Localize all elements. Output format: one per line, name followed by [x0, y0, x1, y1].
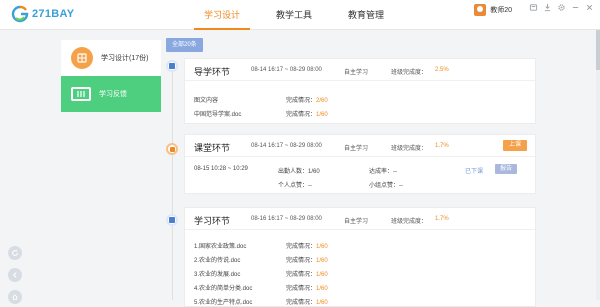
list-item[interactable]: 2.农业的传说.doc — [194, 255, 240, 264]
class-completion-label: 班级完成度： — [391, 146, 428, 152]
personal-likes-value: -- — [308, 183, 313, 189]
grid-icon — [71, 47, 93, 69]
group-likes-label: 小组点赞： — [369, 183, 400, 189]
sidebar-item-learning-feedback[interactable]: 学习反馈 — [61, 76, 161, 112]
report-button[interactable]: 报告 — [495, 164, 517, 174]
card-title: 学习环节 — [194, 216, 231, 226]
list-item[interactable]: 3.农业的发展.doc — [194, 269, 240, 278]
status-label: 完成情况： — [286, 258, 317, 264]
status-value: 1/60 — [316, 112, 328, 118]
reach-rate-value: -- — [393, 169, 398, 175]
top-bar: 271BAY 学习设计 教学工具 教育管理 教师20 — [0, 0, 600, 30]
reach-rate-label: 达成率： — [369, 169, 394, 175]
status-value: 1/60 — [316, 300, 328, 306]
personal-likes-label: 个人点赞： — [278, 183, 309, 189]
board-icon — [71, 87, 91, 101]
app-logo: 271BAY — [10, 5, 74, 23]
status-label: 完成情况： — [286, 98, 317, 104]
class-completion-label: 班级完成度： — [391, 219, 428, 225]
status-label: 完成情况： — [286, 244, 317, 250]
status-label: 完成情况： — [286, 112, 317, 118]
list-item[interactable]: 5.农业的生产特点.doc — [194, 297, 252, 306]
status-value: 1/60 — [316, 244, 328, 250]
tab-teaching-tools[interactable]: 教学工具 — [258, 0, 330, 30]
status-label: 完成情况： — [286, 272, 317, 278]
card-title: 课堂环节 — [194, 143, 231, 153]
user-menu[interactable]: 教师20 — [474, 4, 512, 16]
card-header: 课堂环节 08-14 16:17 ~ 08-29 08:00 自主学习 班级完成… — [185, 135, 535, 157]
start-class-button[interactable]: 上课 — [503, 140, 527, 151]
logo-text: 271BAY — [32, 8, 75, 20]
main-nav: 学习设计 教学工具 教育管理 — [186, 0, 402, 30]
minimize-icon[interactable] — [568, 2, 582, 14]
scrollbar-track[interactable] — [596, 30, 600, 300]
stage-card-study: 学习环节 08-16 16:17 ~ 08-29 08:00 自主学习 班级完成… — [184, 207, 536, 307]
status-value: 1/60 — [316, 286, 328, 292]
status-value: 1/60 — [316, 258, 328, 264]
skin-icon[interactable] — [526, 2, 540, 14]
attendance-value: 1/60 — [308, 169, 320, 175]
timeline-line — [172, 64, 173, 300]
completion-status: 完成情况：2/60 — [286, 95, 328, 104]
list-item[interactable]: 图文内容 — [194, 95, 218, 104]
tab-education-management[interactable]: 教育管理 — [330, 0, 402, 30]
sidebar-item-learning-design[interactable]: 学习设计(17份) — [61, 40, 161, 76]
card-title: 导学环节 — [194, 67, 231, 77]
completion-status: 完成情况：1/60 — [286, 255, 328, 264]
refresh-icon[interactable] — [8, 246, 22, 260]
filter-all-badge[interactable]: 全部20条 — [166, 38, 203, 52]
back-arrow-icon[interactable] — [8, 268, 22, 282]
reach-rate-stat: 达成率：-- — [369, 166, 397, 175]
card-header: 导学环节 08-14 16:17 ~ 08-29 08:00 自主学习 班级完成… — [185, 59, 535, 81]
sidebar-item-label: 学习设计(17份) — [101, 55, 149, 62]
group-likes-value: -- — [399, 183, 404, 189]
username: 教师20 — [490, 7, 512, 14]
list-item[interactable]: 1.国家农业政策.doc — [194, 241, 246, 250]
card-date-range: 08-16 16:17 ~ 08-29 08:00 — [251, 216, 322, 222]
card-mode: 自主学习 — [344, 70, 369, 76]
gear-icon[interactable] — [554, 2, 568, 14]
class-completion-label: 班级完成度： — [391, 70, 428, 76]
stage-card-classroom: 课堂环节 08-14 16:17 ~ 08-29 08:00 自主学习 班级完成… — [184, 134, 536, 194]
completion-status: 完成情况：1/60 — [286, 269, 328, 278]
home-icon[interactable] — [8, 290, 22, 304]
avatar — [474, 4, 487, 16]
personal-likes-stat: 个人点赞：-- — [278, 180, 312, 189]
status-value: 2/60 — [316, 98, 328, 104]
card-mode: 自主学习 — [344, 219, 369, 225]
window-controls — [526, 2, 596, 14]
class-ended-link[interactable]: 已下课 — [465, 166, 483, 175]
list-item[interactable]: 4.农业的简单分类.doc — [194, 283, 252, 292]
status-label: 完成情况： — [286, 286, 317, 292]
completion-status: 完成情况：1/60 — [286, 109, 328, 118]
timeline-node-icon — [166, 214, 178, 226]
stage-card-guide: 导学环节 08-14 16:17 ~ 08-29 08:00 自主学习 班级完成… — [184, 58, 536, 124]
class-completion-value: 1.7% — [435, 216, 449, 222]
class-completion-value: 2.5% — [435, 67, 449, 73]
download-icon[interactable] — [540, 2, 554, 14]
card-header: 学习环节 08-16 16:17 ~ 08-29 08:00 自主学习 班级完成… — [185, 208, 535, 230]
scrollbar-thumb[interactable] — [596, 30, 600, 70]
group-likes-stat: 小组点赞：-- — [369, 180, 403, 189]
card-date-range: 08-14 16:17 ~ 08-29 08:00 — [251, 67, 322, 73]
timeline-node-icon — [166, 60, 178, 72]
status-value: 1/60 — [316, 272, 328, 278]
card-date-range: 08-14 16:17 ~ 08-29 08:00 — [251, 143, 322, 149]
completion-status: 完成情况：1/60 — [286, 241, 328, 250]
completion-status: 完成情况：1/60 — [286, 297, 328, 306]
sidebar-item-label: 学习反馈 — [99, 91, 127, 98]
session-time: 08-15 10:28 ~ 10:29 — [194, 166, 248, 172]
timeline-node-icon — [166, 143, 178, 155]
sidebar: 学习设计(17份) 学习反馈 — [61, 40, 161, 112]
status-label: 完成情况： — [286, 300, 317, 306]
class-completion-value: 1.7% — [435, 143, 449, 149]
attendance-stat: 出勤人数：1/60 — [278, 166, 320, 175]
tab-learning-design[interactable]: 学习设计 — [186, 0, 258, 30]
logo-icon — [11, 5, 29, 23]
card-mode: 自主学习 — [344, 146, 369, 152]
completion-status: 完成情况：1/60 — [286, 283, 328, 292]
close-icon[interactable] — [582, 2, 596, 14]
attendance-label: 出勤人数： — [278, 169, 309, 175]
list-item[interactable]: 中国范导学案.doc — [194, 109, 241, 118]
